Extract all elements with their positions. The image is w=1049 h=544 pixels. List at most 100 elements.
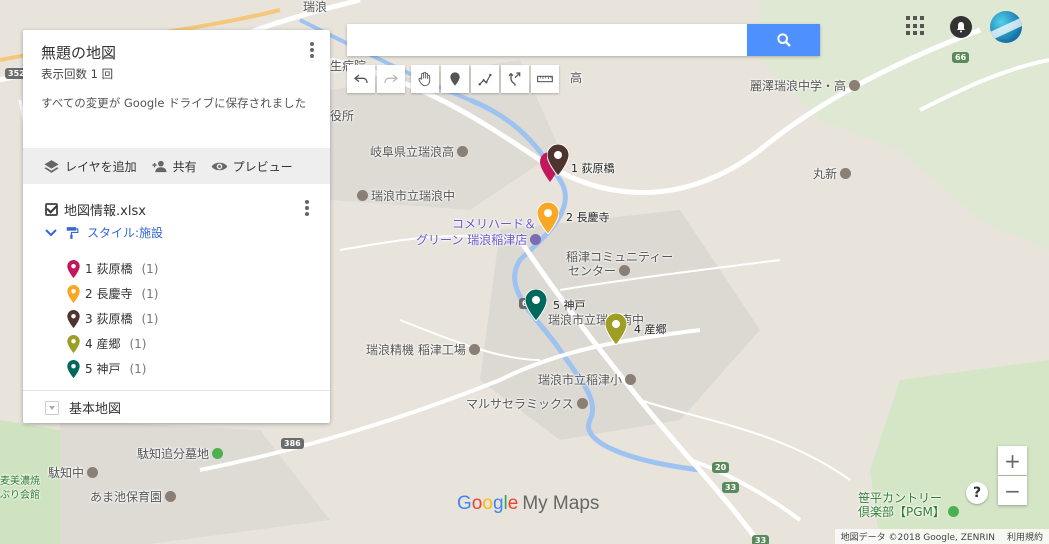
search-icon — [776, 33, 791, 47]
save-status: すべての変更が Google ドライブに保存されました — [41, 96, 307, 110]
zoom-out-button[interactable]: − — [998, 476, 1027, 505]
marker-label-1: 1 荻原橋 — [571, 162, 615, 175]
base-map-row[interactable]: 基本地図 — [45, 398, 121, 417]
preview-label: プレビュー — [232, 159, 293, 174]
legend-item-label: 2 長慶寺 — [85, 287, 133, 301]
layer-style-row[interactable]: スタイル:施設 — [45, 224, 163, 241]
undo-button[interactable] — [347, 65, 375, 93]
select-hand-button[interactable] — [411, 65, 439, 93]
directions-button[interactable] — [501, 65, 529, 93]
measure-button[interactable] — [531, 65, 559, 93]
bell-icon — [957, 22, 965, 33]
road-shield-66: 66 — [952, 52, 970, 63]
legend-item[interactable]: 1 荻原橋 (1) — [67, 256, 158, 281]
layer-options-menu-icon[interactable] — [302, 198, 312, 218]
google-my-maps-logo: Google My Maps — [457, 493, 600, 514]
directions-icon — [508, 72, 521, 86]
apps-grid-icon[interactable] — [906, 16, 926, 36]
map-marker-4-icon[interactable] — [605, 313, 627, 345]
map-label-komeri-2: グリーン 瑞浪稲津店 — [416, 231, 542, 248]
draw-line-button[interactable] — [471, 65, 499, 93]
panel-divider — [23, 390, 330, 391]
map-label-tono-2: ぶり会館 — [0, 490, 40, 501]
map-view-count: 表示回数 1 回 — [41, 67, 114, 81]
map-label-dachi-cemetery: 駄知追分墓地 — [137, 445, 224, 462]
layer-style-label: スタイル:施設 — [87, 226, 164, 240]
road-shield-386: 386 — [281, 438, 304, 449]
layer-header: 地図情報.xlsx — [45, 200, 146, 219]
map-label-seiki: 瑞浪精機 稲津工場 — [366, 341, 480, 358]
ruler-icon — [537, 75, 553, 83]
legend-item-count: (1) — [141, 311, 159, 326]
map-label-inazu-center-2: センター — [568, 262, 631, 279]
map-label-minami-jhs: 瑞浪市立瑞浪南中 — [548, 313, 645, 327]
legend-item-count: (1) — [141, 286, 159, 301]
map-label-mizunami-jhs: 瑞浪市立瑞浪中 — [357, 187, 455, 204]
map-label-amaike: あま池保育園 — [90, 488, 177, 505]
layers-icon — [44, 159, 59, 173]
map-label-reitaku: 麗澤瑞浪中学・高 — [750, 77, 861, 94]
add-person-icon — [152, 160, 167, 172]
map-details-panel: 無題の地図 表示回数 1 回 すべての変更が Google ドライブに保存されま… — [23, 30, 330, 423]
legend-item-count: (1) — [129, 336, 147, 351]
marker-pin-icon — [67, 284, 80, 303]
marker-pin-icon — [67, 359, 80, 378]
marker-label-4: 4 産郷 — [634, 323, 667, 336]
map-label-takou: 高 — [570, 71, 583, 85]
layer-name[interactable]: 地図情報.xlsx — [64, 200, 146, 219]
add-layer-label: レイヤを追加 — [65, 159, 137, 174]
map-options-menu-icon[interactable] — [306, 40, 318, 60]
legend-item[interactable]: 2 長慶寺 (1) — [67, 281, 158, 306]
legend-item-label: 5 神戸 — [85, 362, 121, 376]
expand-icon[interactable] — [45, 400, 59, 415]
legend-item[interactable]: 4 産郷 (1) — [67, 331, 158, 356]
marker-pin-icon — [67, 259, 80, 278]
draw-line-icon — [478, 73, 492, 86]
zoom-in-button[interactable]: + — [998, 446, 1027, 475]
undo-icon — [353, 74, 368, 84]
preview-button[interactable]: プレビュー — [211, 158, 293, 175]
map-toolbar — [347, 65, 559, 93]
search-bar — [347, 24, 820, 56]
legend-item-count: (1) — [141, 261, 159, 276]
legend-item-label: 4 産郷 — [85, 337, 121, 351]
map-marker-1-icon[interactable] — [547, 144, 569, 176]
legend-item-label: 3 荻原橋 — [85, 312, 133, 326]
marker-label-5: 5 神戸 — [553, 299, 586, 312]
terms-link[interactable]: 利用規約 — [1007, 530, 1043, 543]
redo-icon — [384, 74, 399, 84]
paint-roller-icon — [66, 226, 79, 239]
legend-item[interactable]: 3 荻原橋 (1) — [67, 306, 158, 331]
panel-action-bar: レイヤを追加 共有 プレビュー — [23, 148, 330, 184]
map-label-maruniu: 丸新 — [813, 165, 852, 182]
legend-list: 1 荻原橋 (1) 2 長慶寺 (1) 3 荻原橋 (1) 4 産郷 (1) 5… — [67, 256, 158, 381]
map-label-dachi-jhs: 駄知中 — [48, 464, 99, 481]
notifications-icon[interactable] — [950, 16, 972, 38]
layer-visibility-checkbox[interactable] — [45, 203, 58, 216]
eye-icon — [211, 162, 227, 170]
legend-item-count: (1) — [129, 361, 147, 376]
legend-item-label: 1 荻原橋 — [85, 262, 133, 276]
account-avatar[interactable] — [990, 11, 1022, 43]
add-layer-button[interactable]: レイヤを追加 — [43, 158, 137, 175]
help-button[interactable]: ? — [966, 482, 988, 504]
marker-label-2: 2 長慶寺 — [566, 211, 610, 224]
map-marker-2-icon[interactable] — [537, 202, 559, 234]
map-label-tono: 麦美濃焼 — [0, 476, 40, 487]
map-label-kasahara-2: 倶楽部【PGM】 — [858, 503, 959, 520]
legend-item[interactable]: 5 神戸 (1) — [67, 356, 158, 381]
share-button[interactable]: 共有 — [151, 158, 197, 175]
base-map-label: 基本地図 — [69, 402, 122, 417]
map-attribution: 地図データ ©2018 Google, ZENRIN 利用規約 — [834, 529, 1049, 544]
search-input[interactable] — [347, 24, 747, 56]
search-button[interactable] — [747, 24, 820, 56]
map-label-inazu-es: 瑞浪市立稲津小 — [538, 371, 637, 388]
road-shield-33: 33 — [722, 482, 740, 493]
map-marker-5-icon[interactable] — [525, 289, 547, 321]
map-title[interactable]: 無題の地図 — [41, 42, 116, 63]
marker-pin-icon — [67, 334, 80, 353]
redo-button[interactable] — [377, 65, 405, 93]
chevron-down-icon[interactable] — [45, 227, 57, 239]
attribution-text: 地図データ ©2018 Google, ZENRIN — [840, 533, 995, 543]
add-marker-button[interactable] — [441, 65, 469, 93]
